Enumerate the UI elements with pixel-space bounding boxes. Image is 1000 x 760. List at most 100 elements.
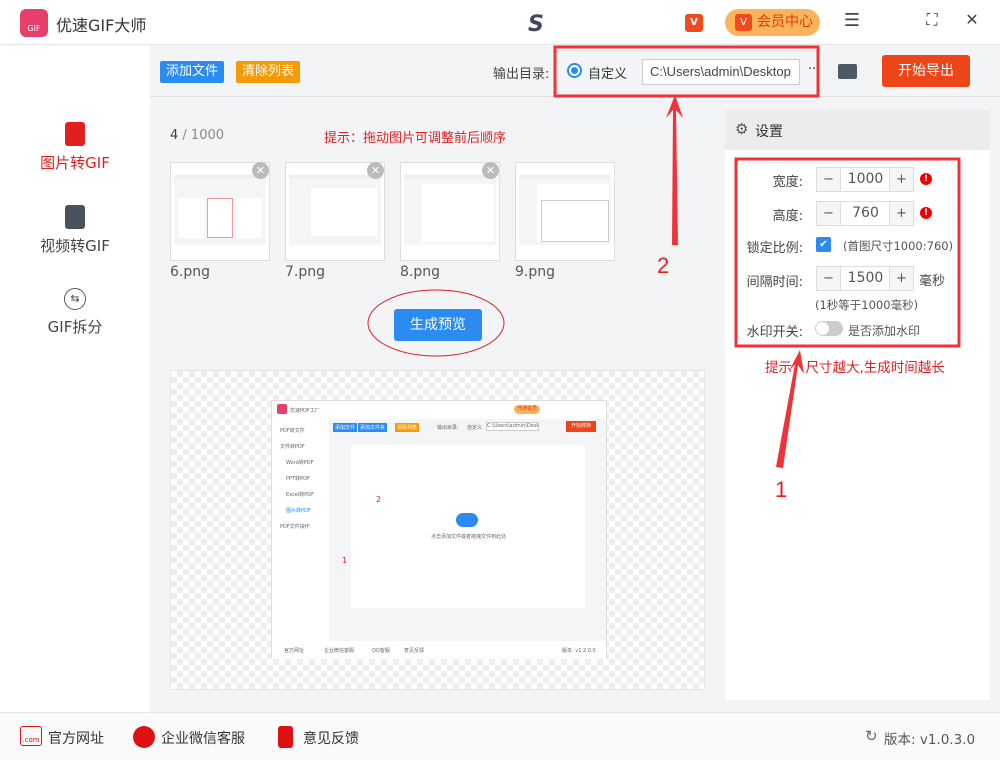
remove-icon[interactable]: ✕ [252,162,269,179]
settings-header: ⚙ 设置 [725,110,990,150]
image-icon [65,122,85,146]
preview-footer-link: QQ客服 [372,648,390,654]
remove-icon[interactable]: ✕ [482,162,499,179]
decrement-button[interactable]: − [817,202,841,225]
lock-ratio-label: 锁定比例: [746,241,803,256]
interval-stepper[interactable]: −1500 + [816,266,914,291]
preview-footer-link: 企业微信客服 [324,648,355,654]
drag-hint: 提示：拖动图片可调整前后顺序 [324,131,507,146]
settings-title: 设置 [755,124,783,140]
interval-note: (1秒等于1000毫秒) [815,298,919,312]
settings-hint: 提示：尺寸越大,生成时间越长 [765,360,945,376]
preview-menu: PDF文件操作 [280,524,310,530]
preview-annotation: 2 [376,495,382,504]
close-icon[interactable]: ✕ [960,10,984,29]
preview-drop-hint: 点击添加文件或者拖拽文件到此处 [431,534,507,540]
brand-s-icon: S [528,12,544,37]
interval-label: 间隔时间: [746,275,803,290]
width-label: 宽度: [772,175,803,190]
preview-radio: 自定义 [467,425,483,431]
preview-button: 清除列表 [395,423,420,432]
file-name: 7.png [285,264,326,280]
preview-button: 添加文件夹 [358,423,388,432]
sidebar-item-gif-split[interactable]: ⇆ GIF拆分 [0,288,150,337]
split-icon: ⇆ [64,288,86,310]
decrement-button[interactable]: − [817,267,841,290]
preview-menu: PPT转PDF [286,476,310,482]
interval-value[interactable]: 1500 [841,267,890,290]
video-icon [65,205,85,229]
remove-icon[interactable]: ✕ [367,162,384,179]
watermark-note: 是否添加水印 [848,324,921,338]
preview-footer-link: 意见反馈 [404,648,425,654]
version-label: 版本: v1.0.3.0 [884,732,976,748]
output-path-input[interactable]: C:\Users\admin\Desktop [642,59,800,85]
footer-link-website[interactable]: 官方网址 [48,728,104,748]
preview-export: 开始转换 [566,421,596,432]
wechat-service-icon [133,726,155,748]
file-name: 9.png [515,264,556,280]
preview-version: 版本: v1.2.0.0 [562,648,596,654]
width-value[interactable]: 1000 [841,168,890,191]
custom-radio-label[interactable]: 自定义 [588,63,627,82]
vip-icon: V [735,14,752,31]
preview-menu: Excel转PDF [286,492,314,498]
lock-ratio-note: (首图尺寸1000:760) [843,239,954,253]
file-count: 4 / 1000 [170,128,225,143]
clear-list-button[interactable]: 清除列表 [236,61,301,83]
preview-title: 优速PDF工厂 [290,408,320,414]
sidebar-item-image-to-gif[interactable]: 图片转GIF [0,122,150,173]
preview-annotation: 1 [342,556,348,565]
increment-button[interactable]: + [889,202,913,225]
width-stepper[interactable]: −1000 + [816,167,914,192]
lock-ratio-checkbox[interactable]: ✔ [816,237,831,252]
preview-menu: 文件转PDF [280,444,305,450]
footer-link-wechat[interactable]: 企业微信客服 [161,728,245,748]
height-stepper[interactable]: −760 + [816,201,914,226]
cloud-upload-icon [456,513,478,527]
decrement-button[interactable]: − [817,168,841,191]
preview-menu: Word转PDF [286,460,314,466]
custom-radio[interactable] [567,63,582,78]
file-name: 8.png [400,264,441,280]
preview-menu: PDF转文件 [280,428,305,434]
vip-icon[interactable]: V [685,14,703,32]
increment-button[interactable]: + [889,267,913,290]
sidebar-item-label: GIF拆分 [47,318,103,336]
preview-menu: 图片转PDF [286,508,311,514]
warning-icon: ! [920,207,932,219]
website-icon: .com [20,726,42,746]
increment-button[interactable]: + [889,168,913,191]
height-value[interactable]: 760 [841,202,890,225]
thumbnail-9[interactable] [515,162,615,261]
preview-image: 优速PDF工厂 开通会员 PDF转文件 文件转PDF Word转PDF PPT转P… [271,400,607,659]
output-dir-label: 输出目录: [493,67,550,82]
app-logo-icon: GIF [20,9,48,37]
footer-link-feedback[interactable]: 意见反馈 [303,728,359,748]
add-files-button[interactable]: 添加文件 [160,61,225,83]
menu-icon[interactable]: ☰ [840,10,864,31]
sidebar-item-label: 视频转GIF [40,237,110,255]
interval-unit: 毫秒 [919,274,946,289]
app-title: 优速GIF大师 [56,16,147,35]
member-center-button[interactable]: V 会员中心 [725,9,820,36]
sidebar-item-video-to-gif[interactable]: 视频转GIF [0,205,150,256]
preview-vip: 开通会员 [514,405,540,414]
sidebar-item-label: 图片转GIF [40,154,110,172]
preview-output-label: 输出目录: [437,425,459,431]
start-export-button[interactable]: 开始导出 [882,55,970,87]
maximize-icon[interactable]: ⛶ [920,10,944,30]
watermark-toggle[interactable] [815,321,843,336]
gear-icon: ⚙ [735,120,749,138]
folder-icon[interactable] [838,64,857,79]
refresh-icon: ↻ [865,727,878,745]
member-center-label: 会员中心 [757,14,813,30]
generate-preview-button[interactable]: 生成预览 [394,309,482,341]
preview-footer-link: 官方网址 [284,648,305,654]
warning-icon: ! [920,173,932,185]
height-label: 高度: [772,209,803,224]
feedback-icon [278,726,293,748]
file-name: 6.png [170,264,211,280]
browse-more-button[interactable]: ··· [808,62,820,77]
preview-path: C:\Users\admin\Deskto [486,422,539,431]
